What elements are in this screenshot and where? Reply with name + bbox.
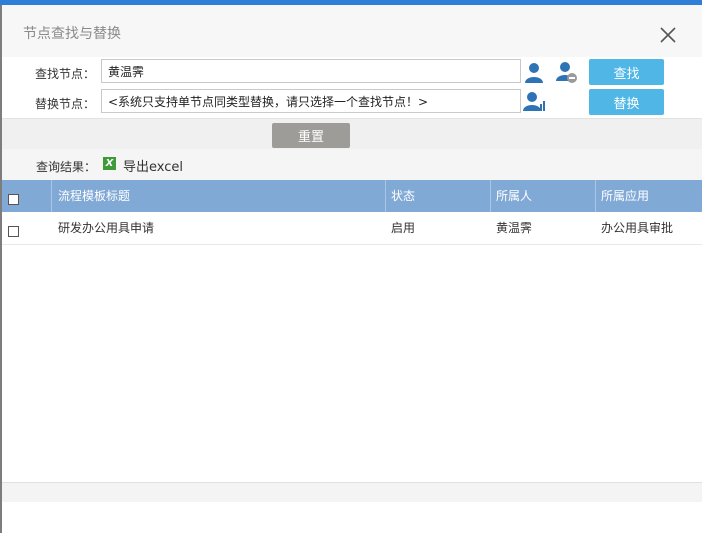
close-icon[interactable]	[658, 25, 678, 45]
column-divider	[490, 180, 491, 212]
replace-button[interactable]: 替换	[589, 89, 664, 115]
find-replace-dialog: 节点查找与替换 查找节点： 查找 替换节点： 替换 重置 查询结果： X 导出e…	[2, 5, 702, 533]
column-divider	[385, 180, 386, 212]
cell-title: 研发办公用具申请	[58, 221, 155, 235]
select-users-icon[interactable]	[522, 89, 546, 115]
replace-node-input[interactable]	[101, 89, 521, 113]
result-label: 查询结果：	[36, 160, 97, 174]
excel-icon[interactable]: X	[103, 157, 116, 170]
reset-bar: 重置	[2, 118, 702, 149]
result-toolbar: 查询结果： X 导出excel	[2, 149, 702, 180]
column-header-title[interactable]: 流程模板标题	[58, 180, 130, 212]
export-excel-link[interactable]: 导出excel	[123, 156, 183, 175]
grid-footer	[2, 482, 702, 503]
dialog-titlebar: 节点查找与替换	[2, 5, 702, 57]
select-user-icon[interactable]	[522, 59, 546, 85]
dialog-title: 节点查找与替换	[23, 26, 121, 42]
column-header-status[interactable]: 状态	[391, 180, 415, 212]
column-divider	[51, 180, 52, 212]
column-header-app[interactable]: 所属应用	[601, 180, 649, 212]
find-button[interactable]: 查找	[589, 59, 664, 85]
cell-app: 办公用具审批	[601, 221, 674, 235]
cell-owner: 黄温霁	[496, 221, 533, 235]
table-row[interactable]: 研发办公用具申请 启用 黄温霁 办公用具审批	[2, 212, 702, 245]
column-divider	[595, 180, 596, 212]
dialog-bottom	[2, 502, 702, 533]
reset-button[interactable]: 重置	[272, 123, 350, 148]
find-node-label: 查找节点：	[35, 67, 96, 81]
replace-node-label: 替换节点：	[35, 97, 96, 111]
row-checkbox[interactable]	[8, 226, 19, 237]
remove-user-icon[interactable]	[555, 59, 579, 85]
select-all-checkbox[interactable]	[8, 194, 19, 205]
find-node-input[interactable]	[101, 59, 521, 83]
column-header-owner[interactable]: 所属人	[496, 180, 532, 212]
grid-header: 流程模板标题 状态 所属人 所属应用	[2, 180, 702, 212]
cell-status: 启用	[391, 221, 416, 235]
